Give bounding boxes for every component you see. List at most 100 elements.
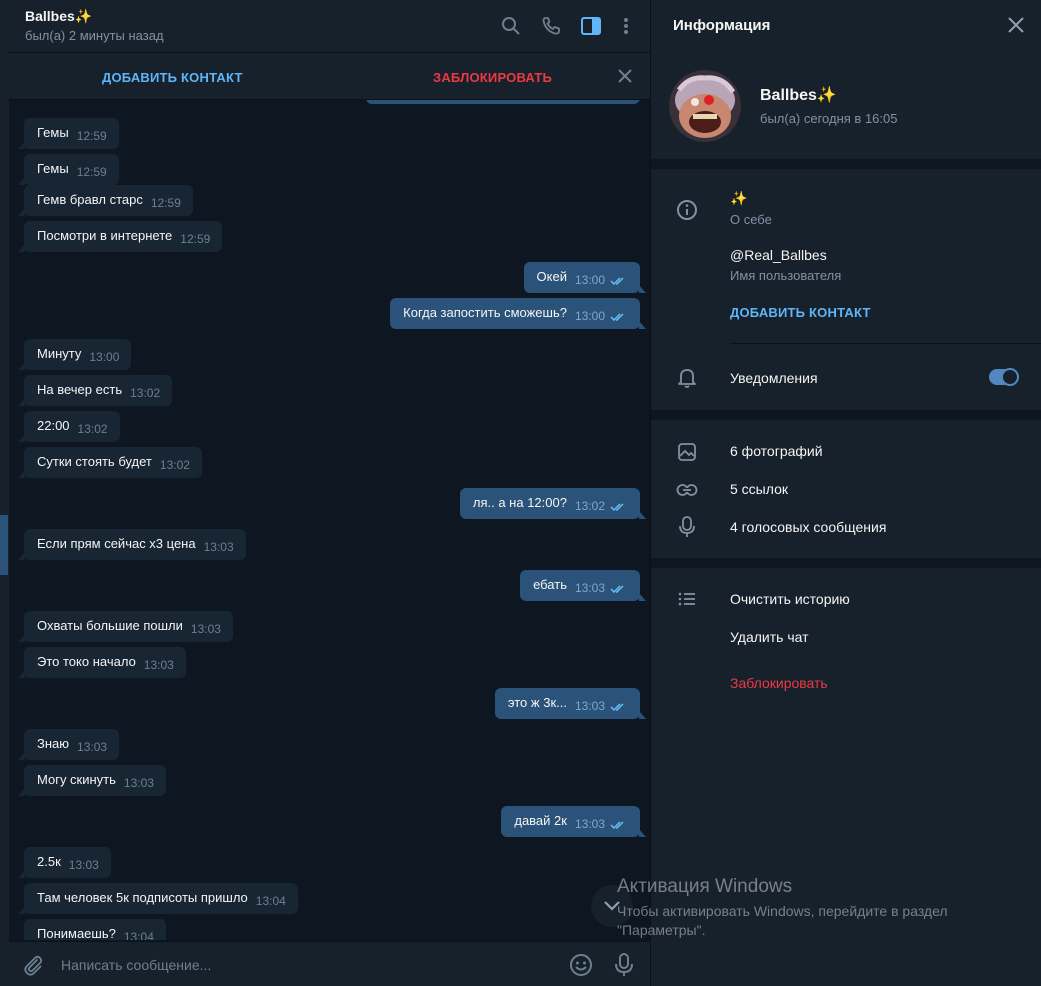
outgoing-message[interactable]: ля.. а на 12:00? 13:02	[459, 488, 646, 519]
message-text: Гемв бравл старс	[37, 192, 143, 207]
incoming-message[interactable]: Гемы 12:59	[18, 154, 119, 185]
section-divider	[651, 159, 1041, 169]
block-user-button[interactable]: Заблокировать	[730, 675, 828, 691]
profile-name: Ballbes✨	[760, 87, 837, 104]
read-checkmarks-icon	[610, 818, 628, 830]
message-time: 13:03	[574, 699, 605, 713]
message-text: 2.5к	[37, 854, 61, 869]
incoming-message[interactable]: 2.5к 13:03	[18, 847, 111, 878]
message-time: 12:59	[76, 129, 107, 143]
message-text: Минуту	[37, 346, 82, 361]
message-text: ля.. а на 12:00?	[472, 495, 567, 510]
message-list[interactable]: Гемы 12:59 Гемы 12:59 Гемв бравл старс 12:59 П…	[9, 100, 650, 940]
add-contact-button[interactable]: ДОБАВИТЬ КОНТАКТ	[102, 70, 243, 85]
message-time: 12:59	[180, 232, 211, 246]
message-time: 12:59	[76, 165, 107, 179]
incoming-message[interactable]: Могу скинуть 13:03	[18, 765, 166, 796]
message-input[interactable]: Написать сообщение...	[61, 957, 211, 973]
incoming-message[interactable]: Там человек 5к подписоты пришло 13:04	[18, 883, 298, 914]
outgoing-message[interactable]: это ж 3к... 13:03	[494, 688, 646, 719]
close-icon[interactable]	[615, 66, 635, 86]
media-photos[interactable]: 6 фотографий	[730, 443, 823, 459]
avatar[interactable]	[669, 70, 741, 142]
message-text: Там человек 5к подписоты пришло	[37, 890, 248, 905]
message-text: Понимаешь?	[37, 926, 116, 940]
incoming-message[interactable]: 22:00 13:02	[18, 411, 120, 442]
close-icon[interactable]	[1006, 15, 1026, 35]
message-time: 13:04	[255, 894, 286, 908]
message-bubble-partial	[366, 100, 640, 104]
photo-icon	[675, 440, 699, 464]
incoming-message[interactable]: Сутки стоять будет 13:02	[18, 447, 202, 478]
message-time: 13:03	[203, 540, 234, 554]
message-composer: Написать сообщение...	[9, 941, 650, 986]
bell-icon	[675, 366, 699, 390]
incoming-message[interactable]: Минуту 13:00	[18, 339, 132, 370]
bio-label: О себе	[730, 212, 772, 227]
message-time: 13:02	[130, 386, 161, 400]
message-text: Гемы	[37, 161, 69, 176]
message-time: 13:03	[77, 740, 108, 754]
message-text: ебать	[533, 577, 567, 592]
read-checkmarks-icon	[610, 700, 628, 712]
chat-area: Ballbes✨ был(а) 2 минуты назад ДОБАВИТЬ …	[0, 0, 650, 986]
incoming-message[interactable]: Посмотри в интернете 12:59	[18, 221, 223, 252]
chat-header[interactable]: Ballbes✨ был(а) 2 минуты назад	[9, 0, 650, 53]
block-button[interactable]: ЗАБЛОКИРОВАТЬ	[433, 70, 552, 85]
message-text: Гемы	[37, 125, 69, 140]
message-text: Если прям сейчас x3 цена	[37, 536, 196, 551]
more-icon[interactable]	[614, 14, 638, 38]
read-checkmarks-icon	[610, 582, 628, 594]
windows-activation-watermark: Активация Windows Чтобы активировать Win…	[617, 876, 948, 940]
message-text: На вечер есть	[37, 382, 123, 397]
message-text: Охваты большие пошли	[37, 618, 183, 633]
media-links[interactable]: 5 ссылок	[730, 481, 788, 497]
delete-chat-button[interactable]: Удалить чат	[730, 629, 809, 645]
phone-icon[interactable]	[539, 14, 563, 38]
username-label: Имя пользователя	[730, 268, 842, 283]
message-time: 13:03	[68, 858, 99, 872]
profile-status: был(а) сегодня в 16:05	[760, 111, 898, 126]
incoming-message[interactable]: Знаю 13:03	[18, 729, 120, 760]
message-text: Сутки стоять будет	[37, 454, 152, 469]
incoming-message[interactable]: Понимаешь? 13:04	[24, 919, 166, 940]
outgoing-message[interactable]: Окей 13:00	[523, 262, 646, 293]
incoming-message[interactable]: Это токо начало 13:03	[18, 647, 186, 678]
link-icon	[675, 478, 699, 502]
info-icon	[675, 198, 699, 222]
bio-text: ✨	[730, 190, 748, 206]
microphone-icon[interactable]	[614, 952, 638, 978]
emoji-icon[interactable]	[569, 953, 593, 977]
incoming-message[interactable]: Если прям сейчас x3 цена 13:03	[18, 529, 246, 560]
clear-history-button[interactable]: Очистить историю	[730, 591, 850, 607]
message-time: 13:02	[574, 499, 605, 513]
message-time: 13:03	[143, 658, 174, 672]
search-icon[interactable]	[499, 14, 523, 38]
section-divider	[651, 410, 1041, 420]
message-time: 13:03	[574, 817, 605, 831]
notifications-toggle[interactable]	[989, 368, 1019, 386]
incoming-message[interactable]: Гемв бравл старс 12:59	[18, 185, 193, 216]
sidebar-toggle-icon[interactable]	[579, 14, 603, 38]
chat-list-edge	[0, 0, 9, 986]
outgoing-message[interactable]: ебать 13:03	[520, 570, 646, 601]
add-contact-link[interactable]: ДОБАВИТЬ КОНТАКТ	[730, 305, 871, 320]
chat-title[interactable]: Ballbes✨	[25, 8, 92, 25]
message-time: 12:59	[150, 196, 181, 210]
incoming-message[interactable]: Гемы 12:59	[18, 118, 119, 149]
message-text: Знаю	[37, 736, 70, 751]
chat-status: был(а) 2 минуты назад	[25, 28, 164, 43]
message-time: 13:00	[574, 273, 605, 287]
message-time: 13:03	[123, 776, 154, 790]
message-text: Это токо начало	[37, 654, 136, 669]
incoming-message[interactable]: На вечер есть 13:02	[18, 375, 173, 406]
media-voice[interactable]: 4 голосовых сообщения	[730, 519, 886, 535]
outgoing-message[interactable]: Когда запостить сможешь? 13:00	[390, 298, 646, 329]
panel-title: Информация	[673, 17, 771, 34]
read-checkmarks-icon	[610, 500, 628, 512]
username-text[interactable]: @Real_Ballbes	[730, 247, 827, 263]
outgoing-message[interactable]: давай 2к 13:03	[501, 806, 646, 837]
incoming-message[interactable]: Охваты большие пошли 13:03	[18, 611, 233, 642]
attach-icon[interactable]	[21, 953, 45, 977]
notifications-label: Уведомления	[730, 370, 818, 386]
